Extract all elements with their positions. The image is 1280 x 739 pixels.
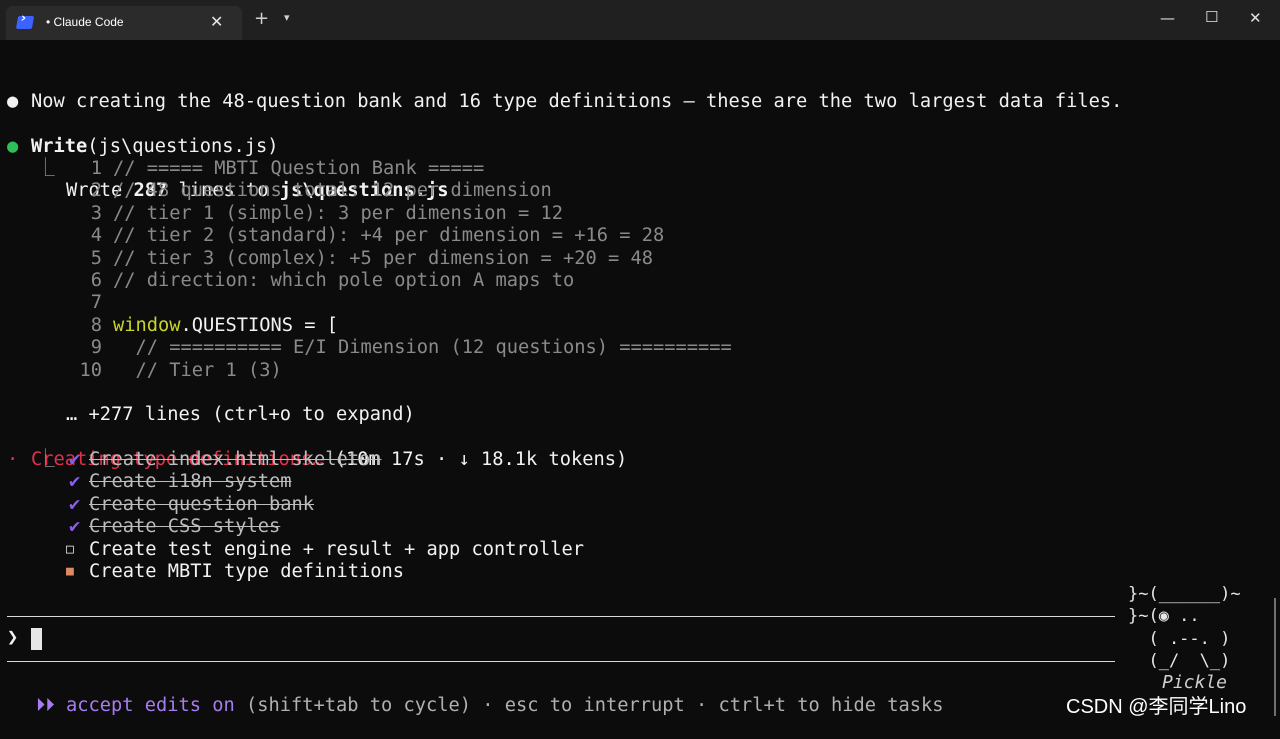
mascot-line: ( .--. ) [1128, 628, 1231, 649]
status-line: · Creating type definitions… (10m 17s · ↓… [0, 427, 627, 470]
tasks-corner-icon: ⎿ [36, 449, 55, 470]
mascot-line: (_/ \_) [1128, 651, 1231, 672]
footer-status: ⏵⏵ accept edits on (shift+tab to cycle) … [0, 673, 944, 716]
task-label: Create i18n system [89, 471, 292, 493]
code-line-number: 1 [90, 158, 102, 179]
tool-argument: (js\questions.js) [87, 136, 279, 157]
expand-hint[interactable]: … +277 lines (ctrl+o to expand) [0, 382, 415, 425]
expand-hint-text: … +277 lines (ctrl+o to expand) [66, 404, 415, 425]
input-bottom-divider [7, 661, 1115, 662]
code-line-number: 9 [90, 337, 102, 359]
code-line-number: 3 [90, 202, 102, 224]
code-line-number: 5 [90, 247, 102, 269]
task-label: Create CSS styles [89, 516, 281, 538]
mascot-line: }~(______)~ [1128, 584, 1241, 604]
code-text: // tier 2 (standard): +4 per dimension =… [113, 225, 665, 247]
task-done-check-icon: ✔ [69, 516, 81, 538]
task-done-check-icon: ✔ [69, 449, 81, 470]
intro-message: ● Now creating the 48-question bank and 1… [0, 69, 1122, 112]
code-keyword: window [113, 314, 181, 336]
write-result: ⎿ Wrote 287 lines to js\questions.js [0, 136, 449, 201]
mode-arrows-icon: ⏵⏵ [36, 695, 55, 716]
code-line-number: 10 [79, 359, 102, 381]
code-line-number: 8 [90, 314, 102, 336]
task-done-check-icon: ✔ [69, 471, 81, 493]
watermark: CSDN @李同学Lino [1066, 696, 1247, 718]
input-top-divider [7, 616, 1115, 617]
input-cursor[interactable] [31, 628, 42, 650]
result-corner-icon: ⎿ [36, 158, 55, 179]
code-text: .QUESTIONS = [ [180, 314, 339, 336]
write-tool-call: ● Write(js\questions.js) [0, 114, 279, 157]
code-text: // Tier 1 (3) [113, 359, 282, 381]
task-label: Create MBTI type definitions [89, 561, 405, 582]
mascot-line: }~(◉ .. [1128, 606, 1231, 627]
code-line-number: 6 [90, 270, 102, 291]
code-text: // 48 questions total: 12 per dimension [113, 180, 552, 202]
message-bullet-icon: ● [7, 91, 19, 112]
task-pending-box-icon: □ [66, 541, 74, 557]
code-text: // ========== E/I Dimension (12 question… [113, 337, 732, 359]
code-text: // tier 1 (simple): 3 per dimension = 12 [113, 202, 564, 224]
code-text: // tier 3 (complex): +5 per dimension = … [113, 247, 654, 269]
scrollbar[interactable] [1274, 598, 1276, 716]
code-line-number: 7 [90, 292, 102, 314]
task-label: Create index.html skeleton [89, 449, 382, 470]
intro-text: Now creating the 48-question bank and 16… [31, 91, 1123, 112]
footer-hints: (shift+tab to cycle) · esc to interrupt … [234, 695, 944, 716]
task-done-check-icon: ✔ [69, 493, 81, 515]
code-text: // direction: which pole option A maps t… [113, 270, 575, 291]
code-line-number: 2 [90, 180, 102, 202]
code-line-number: 4 [90, 225, 102, 247]
task-active-box-icon: ■ [66, 564, 74, 579]
code-text: // ===== MBTI Question Bank ===== [113, 158, 485, 179]
status-spinner-icon: · [7, 449, 19, 470]
prompt-chevron-icon: ❯ [7, 627, 19, 648]
mode-label[interactable]: accept edits on [66, 695, 235, 716]
task-label: Create test engine + result + app contro… [89, 538, 585, 560]
terminal-body: ● Now creating the 48-question bank and 1… [0, 0, 1280, 725]
task-label: Create question bank [89, 493, 315, 515]
